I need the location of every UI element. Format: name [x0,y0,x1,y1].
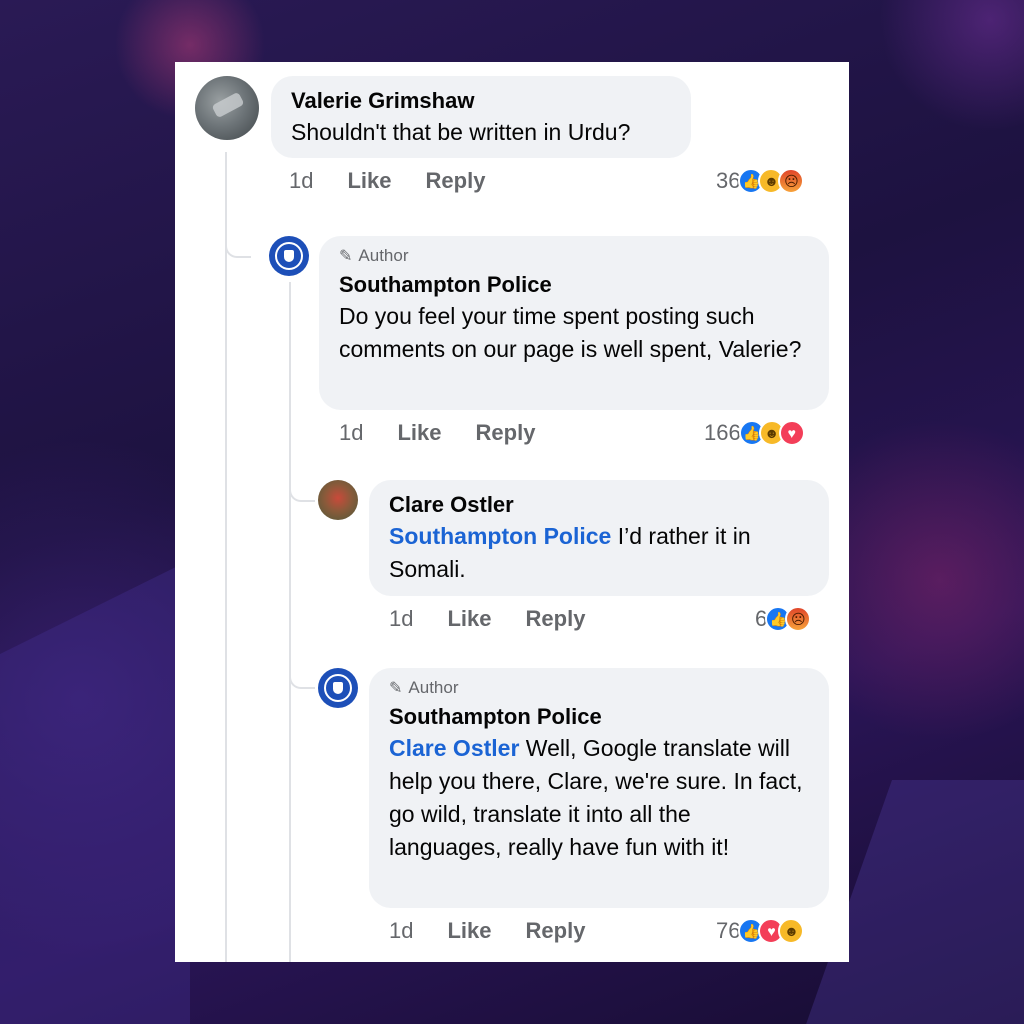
commenter-name[interactable]: Southampton Police [389,702,809,732]
page-avatar[interactable] [318,668,358,708]
thread-line [225,152,227,962]
thread-connector [225,240,251,258]
reaction-count: 36 [716,168,741,193]
reply-button[interactable]: Reply [476,420,536,446]
thread-connector [289,484,315,502]
police-logo-icon [275,242,303,270]
angry-icon: ☹ [785,606,812,632]
author-badge: ✎ Author [389,678,809,698]
pen-icon: ✎ [339,248,353,265]
comment-actions: 1d Like Reply [289,168,519,194]
author-badge: ✎ Author [339,246,809,266]
comment-text: Shouldn't that be written in Urdu? [291,119,631,145]
avatar[interactable] [318,480,358,520]
pen-icon: ✎ [389,680,403,697]
like-button[interactable]: Like [447,606,491,632]
comment-text: Southampton Police I’d rather it in Soma… [389,520,809,586]
author-label: Author [358,246,409,265]
like-button[interactable]: Like [347,168,391,194]
comment-bubble: ✎ Author Southampton Police Do you feel … [319,236,829,410]
reaction-count: 76 [716,918,741,943]
reaction-summary[interactable]: 166 👍 ☻ ♥ [704,420,805,446]
comment-actions: 1d Like Reply [339,420,569,446]
reaction-summary[interactable]: 76 👍 ♥ ☻ [716,918,805,944]
commenter-name[interactable]: Clare Ostler [389,490,809,520]
reaction-summary[interactable]: 36 👍 ☻ ☹ [716,168,805,194]
commenter-name[interactable]: Valerie Grimshaw [291,86,671,116]
timestamp[interactable]: 1d [289,168,313,194]
haha-icon: ☻ [778,918,805,944]
like-button[interactable]: Like [397,420,441,446]
reply-button[interactable]: Reply [526,918,586,944]
timestamp[interactable]: 1d [339,420,363,446]
reply-button[interactable]: Reply [426,168,486,194]
avatar[interactable] [195,76,259,140]
reply-button[interactable]: Reply [526,606,586,632]
avatar-photo [211,91,245,119]
reaction-count: 166 [704,420,741,445]
police-logo-icon [324,674,352,702]
comment-thread-card: Valerie Grimshaw Shouldn't that be writt… [175,62,849,962]
comment-text: Do you feel your time spent posting such… [339,303,802,362]
timestamp[interactable]: 1d [389,918,413,944]
like-button[interactable]: Like [447,918,491,944]
mention-link[interactable]: Southampton Police [389,523,611,549]
mention-link[interactable]: Clare Ostler [389,735,519,761]
angry-icon: ☹ [778,168,805,194]
comment-actions: 1d Like Reply [389,918,619,944]
page-avatar[interactable] [269,236,309,276]
comment-bubble: Valerie Grimshaw Shouldn't that be writt… [271,76,691,158]
comment-bubble: ✎ Author Southampton Police Clare Ostler… [369,668,829,908]
reaction-summary[interactable]: 6 👍 ☹ [755,606,812,632]
love-icon: ♥ [778,420,805,446]
thread-connector [289,671,315,689]
comment-actions: 1d Like Reply [389,606,619,632]
author-label: Author [408,678,459,697]
background-facet [0,560,190,1024]
comment-text: Clare Ostler Well, Google translate will… [389,732,809,864]
comment-bubble: Clare Ostler Southampton Police I’d rath… [369,480,829,596]
thread-line [289,282,291,962]
commenter-name[interactable]: Southampton Police [339,270,809,300]
timestamp[interactable]: 1d [389,606,413,632]
